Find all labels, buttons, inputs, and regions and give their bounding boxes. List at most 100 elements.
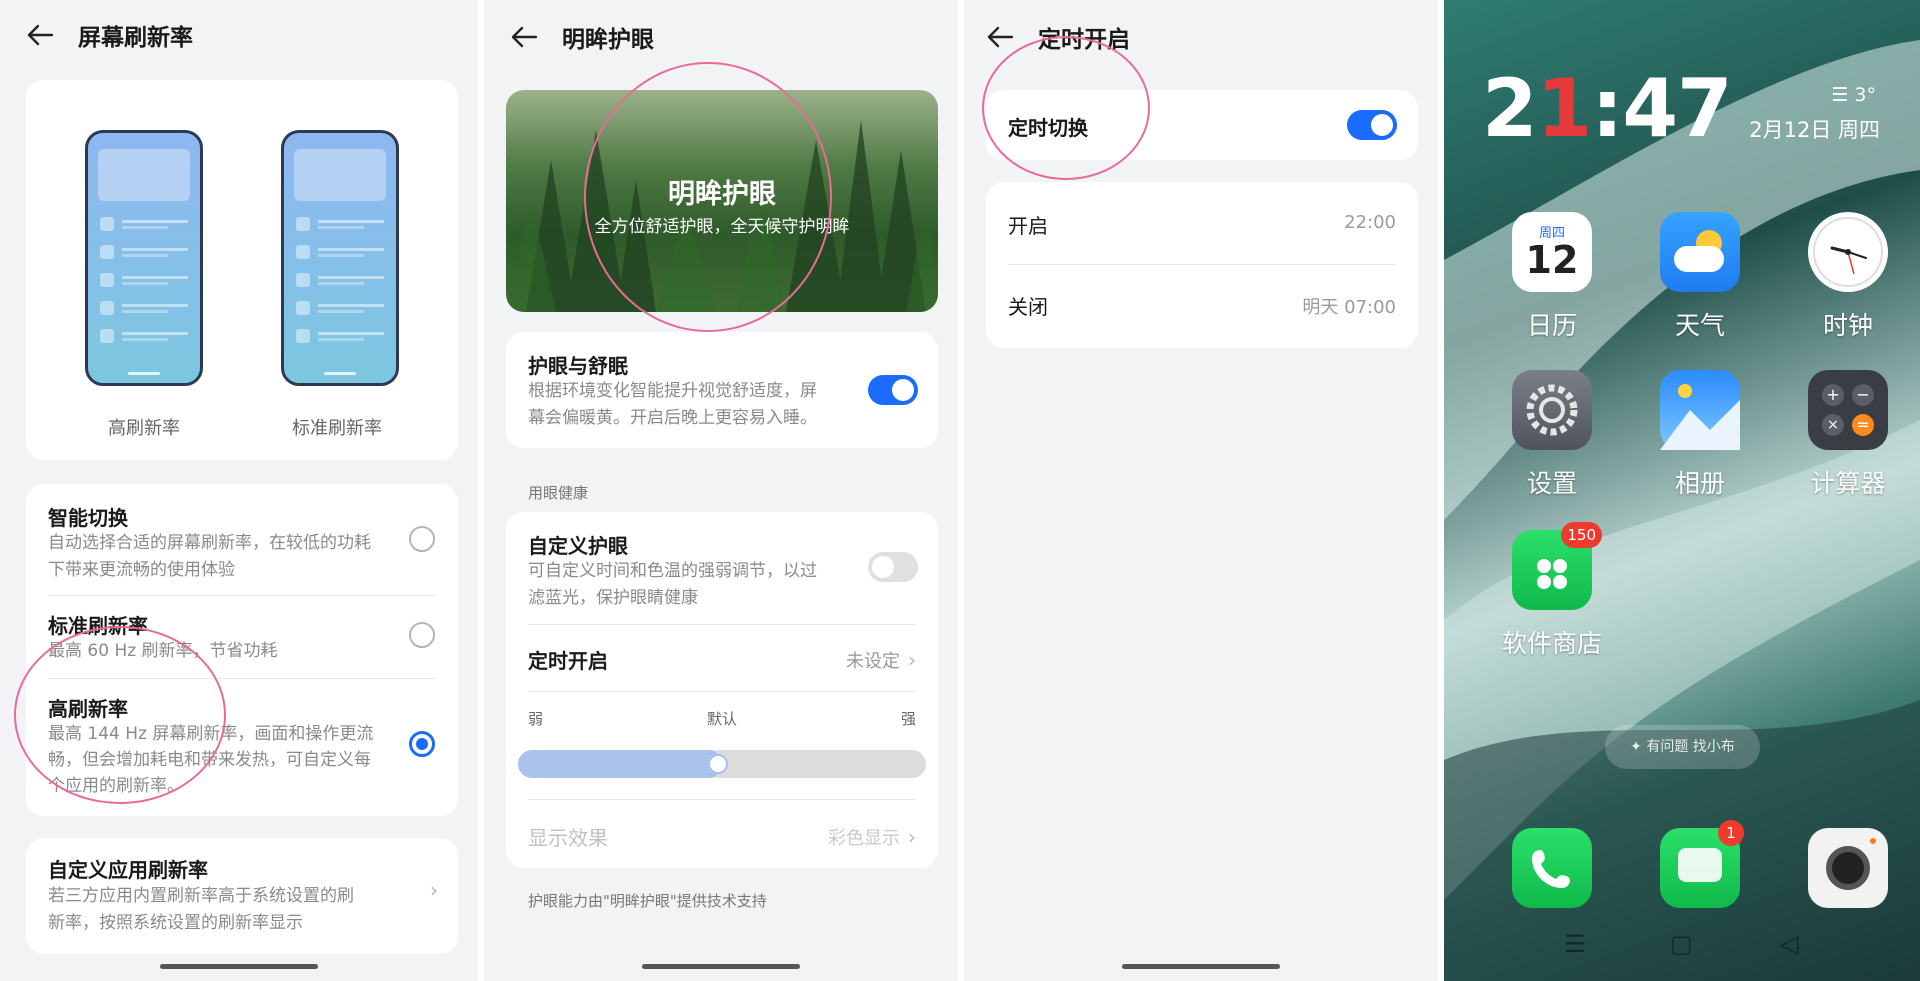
option-desc: 自动选择合适的屏幕刷新率，在较低的功耗 bbox=[48, 533, 371, 553]
smart-switch-radio[interactable] bbox=[409, 526, 435, 552]
home-screen: 21:47 ☰ 3° 2月12日 周四 周四 12 日历 天气 时钟 设置 相册… bbox=[1444, 0, 1920, 981]
haze-icon: ☰ bbox=[1831, 84, 1849, 106]
eye-comfort-card: 护眼与舒眠 根据环境变化智能提升视觉舒适度，屏 幕会偏暖黄。开启后晚上更容易入睡… bbox=[506, 332, 938, 448]
top-bar: 明眸护眼 bbox=[484, 2, 958, 72]
app-label: 计算器 bbox=[1810, 469, 1886, 498]
row-title: 开启 bbox=[1008, 214, 1048, 238]
weather-widget[interactable]: ☰ 3° bbox=[1831, 84, 1876, 106]
calculator-icon: + − × = bbox=[1808, 370, 1888, 450]
option-desc: 下带来更流畅的使用体验 bbox=[48, 560, 235, 580]
menu-nav-icon[interactable]: ☰ bbox=[1564, 930, 1586, 958]
eye-comfort-toggle[interactable] bbox=[868, 375, 918, 405]
app-store[interactable]: 150 软件商店 bbox=[1492, 522, 1612, 660]
option-high-refresh[interactable]: 高刷新率 最高 144 Hz 屏幕刷新率，画面和操作更流 畅，但会增加耗电和带来… bbox=[26, 679, 458, 816]
notification-badge: 150 bbox=[1561, 522, 1602, 548]
custom-app-refresh-row[interactable]: 自定义应用刷新率 若三方应用内置刷新率高于系统设置的刷 新率，按照系统设置的刷新… bbox=[26, 838, 458, 954]
page-title: 定时开启 bbox=[1038, 27, 1130, 53]
chevron-right-icon: › bbox=[908, 648, 916, 672]
eye-care-screen: 明眸护眼 明眸护眼 全方位舒适护眼，全天候守护明眸 护眼与舒眠 根据环境变化智能… bbox=[484, 0, 958, 981]
refresh-preview-card: 高刷新率 标准刷新率 bbox=[26, 80, 458, 460]
camera-icon bbox=[1808, 828, 1888, 908]
clock-time[interactable]: 21:47 bbox=[1482, 62, 1733, 155]
app-label: 天气 bbox=[1674, 311, 1725, 340]
gesture-bar[interactable] bbox=[642, 964, 800, 969]
dock-messages[interactable]: 1 bbox=[1640, 820, 1760, 908]
row-title: 自定义应用刷新率 bbox=[48, 858, 208, 882]
gesture-bar[interactable] bbox=[160, 964, 318, 969]
app-label: 日历 bbox=[1526, 311, 1577, 340]
schedule-screen: 定时开启 定时切换 开启 22:00 关闭 明天 07:00 bbox=[964, 0, 1438, 981]
banner-title: 明眸护眼 bbox=[668, 179, 776, 210]
refresh-options-card: 智能切换 自动选择合适的屏幕刷新率，在较低的功耗 下带来更流畅的使用体验 标准刷… bbox=[26, 484, 458, 816]
start-time-row[interactable]: 开启 22:00 bbox=[986, 182, 1418, 264]
app-calendar[interactable]: 周四 12 日历 bbox=[1492, 212, 1612, 342]
row-desc: 幕会偏暖黄。开启后晚上更容易入睡。 bbox=[528, 408, 817, 428]
home-nav-icon[interactable]: ▢ bbox=[1670, 930, 1693, 958]
start-time-value: 22:00 bbox=[1344, 212, 1396, 233]
schedule-row[interactable]: 定时开启 未设定 › bbox=[506, 625, 938, 691]
row-desc: 滤蓝光，保护眼睛健康 bbox=[528, 588, 698, 608]
app-weather[interactable]: 天气 bbox=[1640, 212, 1760, 342]
clock-icon bbox=[1808, 212, 1888, 292]
schedule-switch-row: 定时切换 bbox=[986, 90, 1418, 160]
slider-default-label: 默认 bbox=[706, 710, 737, 728]
option-standard-refresh[interactable]: 标准刷新率 最高 60 Hz 刷新率，节省功耗 bbox=[26, 596, 458, 678]
schedule-switch-toggle[interactable] bbox=[1347, 110, 1397, 140]
settings-gear-icon bbox=[1512, 370, 1592, 450]
high-refresh-radio[interactable] bbox=[409, 731, 435, 757]
standard-refresh-radio[interactable] bbox=[409, 622, 435, 648]
row-desc: 根据环境变化智能提升视觉舒适度，屏 bbox=[528, 381, 817, 401]
option-desc: 最高 144 Hz 屏幕刷新率，画面和操作更流 bbox=[48, 724, 374, 744]
chevron-right-icon: › bbox=[430, 878, 438, 902]
end-time-row[interactable]: 关闭 明天 07:00 bbox=[986, 265, 1418, 348]
slider-fill bbox=[518, 750, 722, 778]
dock-phone[interactable] bbox=[1492, 828, 1612, 908]
schedule-times-card: 开启 22:00 关闭 明天 07:00 bbox=[986, 182, 1418, 348]
row-title: 定时切换 bbox=[1008, 116, 1088, 140]
weather-icon bbox=[1660, 212, 1740, 292]
option-title: 高刷新率 bbox=[48, 697, 128, 721]
custom-eye-toggle[interactable] bbox=[868, 552, 918, 582]
slider-knob[interactable] bbox=[708, 754, 728, 774]
clock-colon: : bbox=[1591, 62, 1623, 155]
date-text: 2月12日 周四 bbox=[1749, 118, 1880, 142]
row-title: 护眼与舒眠 bbox=[528, 354, 628, 378]
display-effect-row[interactable]: 显示效果 彩色显示 › bbox=[506, 800, 938, 868]
clock-minutes: 47 bbox=[1622, 62, 1732, 155]
app-gallery[interactable]: 相册 bbox=[1640, 370, 1760, 500]
eye-health-card: 自定义护眼 可自定义时间和色温的强弱调节，以过 滤蓝光，保护眼睛健康 定时开启 … bbox=[506, 512, 938, 868]
row-desc: 可自定义时间和色温的强弱调节，以过 bbox=[528, 561, 817, 581]
gesture-bar[interactable] bbox=[1122, 964, 1280, 969]
app-settings[interactable]: 设置 bbox=[1492, 370, 1612, 500]
app-label: 时钟 bbox=[1822, 311, 1873, 340]
app-calculator[interactable]: + − × = 计算器 bbox=[1788, 370, 1908, 500]
app-label: 设置 bbox=[1526, 469, 1577, 498]
app-label: 相册 bbox=[1674, 469, 1725, 498]
option-desc: 最高 60 Hz 刷新率，节省功耗 bbox=[48, 641, 278, 661]
assistant-pill[interactable]: ✦ 有问题 找小布 bbox=[1605, 725, 1760, 769]
intensity-slider[interactable] bbox=[518, 750, 926, 778]
banner-subtitle: 全方位舒适护眼，全天候守护明眸 bbox=[594, 217, 850, 237]
back-arrow-icon[interactable] bbox=[510, 22, 540, 52]
high-refresh-phone-illustration bbox=[85, 130, 203, 386]
row-title: 定时开启 bbox=[528, 649, 608, 673]
schedule-value: 未设定 › bbox=[846, 647, 916, 673]
dock-camera[interactable] bbox=[1788, 828, 1908, 908]
gallery-icon bbox=[1660, 370, 1740, 450]
back-nav-icon[interactable]: ◁ bbox=[1780, 930, 1798, 958]
top-bar: 屏幕刷新率 bbox=[0, 0, 478, 70]
option-title: 智能切换 bbox=[48, 506, 128, 530]
temperature: 3° bbox=[1854, 84, 1876, 106]
back-arrow-icon[interactable] bbox=[986, 22, 1016, 52]
chevron-right-icon: › bbox=[908, 825, 916, 849]
app-clock[interactable]: 时钟 bbox=[1788, 212, 1908, 342]
standard-refresh-caption: 标准刷新率 bbox=[292, 418, 382, 439]
display-effect-value: 彩色显示 › bbox=[828, 824, 916, 850]
slider-strong-label: 强 bbox=[900, 710, 916, 728]
footer-credit: 护眼能力由"明眸护眼"提供技术支持 bbox=[528, 892, 767, 910]
standard-refresh-phone-illustration bbox=[281, 130, 399, 386]
page-title: 明眸护眼 bbox=[562, 27, 654, 53]
row-desc: 新率，按照系统设置的刷新率显示 bbox=[48, 913, 303, 933]
back-arrow-icon[interactable] bbox=[26, 20, 56, 50]
option-smart-switch[interactable]: 智能切换 自动选择合适的屏幕刷新率，在较低的功耗 下带来更流畅的使用体验 bbox=[26, 484, 458, 594]
